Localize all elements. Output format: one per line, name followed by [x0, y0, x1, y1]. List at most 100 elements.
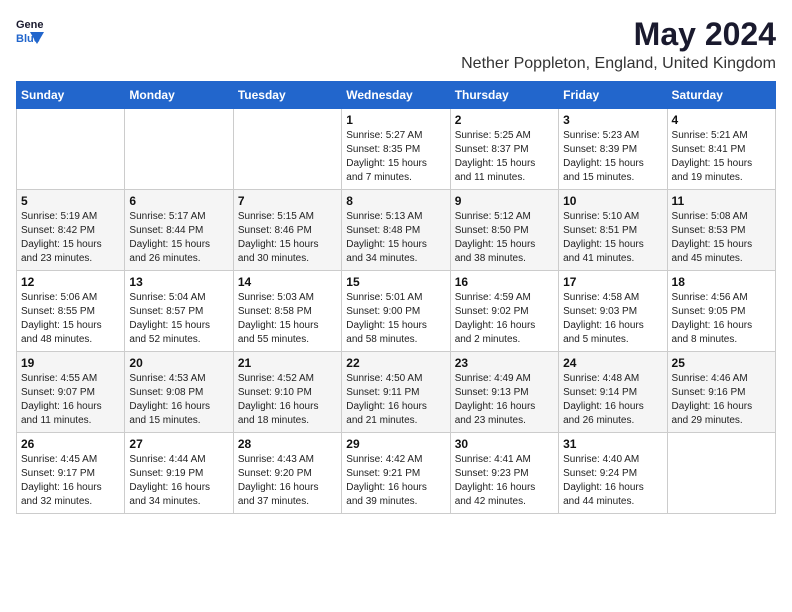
day-number: 25 [672, 356, 771, 370]
day-info: Sunrise: 4:40 AMSunset: 9:24 PMDaylight:… [563, 453, 662, 509]
day-info: Sunrise: 5:17 AMSunset: 8:44 PMDaylight:… [129, 210, 228, 266]
day-info: Sunrise: 4:52 AMSunset: 9:10 PMDaylight:… [238, 372, 337, 428]
calendar-cell: 24 Sunrise: 4:48 AMSunset: 9:14 PMDayligh… [559, 352, 667, 433]
calendar-week-4: 19Sunrise: 4:55 AMSunset: 9:07 PMDayligh… [17, 352, 776, 433]
calendar-cell: 12Sunrise: 5:06 AMSunset: 8:55 PMDayligh… [17, 271, 125, 352]
calendar-week-1: 1Sunrise: 5:27 AMSunset: 8:35 PMDaylight… [17, 109, 776, 190]
calendar-cell: 20Sunrise: 4:53 AMSunset: 9:08 PMDayligh… [125, 352, 233, 433]
day-number: 6 [129, 194, 228, 208]
day-info: Sunrise: 4:43 AMSunset: 9:20 PMDaylight:… [238, 453, 337, 509]
calendar-cell: 17 Sunrise: 4:58 AMSunset: 9:03 PMDayligh… [559, 271, 667, 352]
calendar-cell: 11 Sunrise: 5:08 AMSunset: 8:53 PMDayligh… [667, 190, 775, 271]
calendar-header-sunday: Sunday [17, 82, 125, 109]
calendar-cell: 1Sunrise: 5:27 AMSunset: 8:35 PMDaylight… [342, 109, 450, 190]
calendar-cell [17, 109, 125, 190]
day-info: Sunrise: 4:49 AMSunset: 9:13 PMDaylight:… [455, 372, 554, 428]
calendar-cell: 25 Sunrise: 4:46 AMSunset: 9:16 PMDayligh… [667, 352, 775, 433]
day-info: Sunrise: 5:13 AMSunset: 8:48 PMDaylight:… [346, 210, 445, 266]
day-info: Sunrise: 4:41 AMSunset: 9:23 PMDaylight:… [455, 453, 554, 509]
calendar-cell: 30 Sunrise: 4:41 AMSunset: 9:23 PMDayligh… [450, 433, 558, 514]
location-title: Nether Poppleton, England, United Kingdo… [461, 55, 776, 73]
day-number: 20 [129, 356, 228, 370]
calendar-cell: 5 Sunrise: 5:19 AMSunset: 8:42 PMDaylight… [17, 190, 125, 271]
day-info: Sunrise: 5:19 AMSunset: 8:42 PMDaylight:… [21, 210, 120, 266]
day-number: 15 [346, 275, 445, 289]
calendar-week-5: 26Sunrise: 4:45 AMSunset: 9:17 PMDayligh… [17, 433, 776, 514]
day-number: 3 [563, 113, 662, 127]
day-info: Sunrise: 5:03 AMSunset: 8:58 PMDaylight:… [238, 291, 337, 347]
day-info: Sunrise: 4:42 AMSunset: 9:21 PMDaylight:… [346, 453, 445, 509]
day-info: Sunrise: 5:12 AMSunset: 8:50 PMDaylight:… [455, 210, 554, 266]
calendar-cell: 23Sunrise: 4:49 AMSunset: 9:13 PMDayligh… [450, 352, 558, 433]
day-number: 19 [21, 356, 120, 370]
calendar-week-2: 5 Sunrise: 5:19 AMSunset: 8:42 PMDaylight… [17, 190, 776, 271]
day-info: Sunrise: 5:04 AMSunset: 8:57 PMDaylight:… [129, 291, 228, 347]
day-number: 28 [238, 437, 337, 451]
day-info: Sunrise: 4:56 AMSunset: 9:05 PMDaylight:… [672, 291, 771, 347]
calendar-cell: 2 Sunrise: 5:25 AMSunset: 8:37 PMDaylight… [450, 109, 558, 190]
day-number: 16 [455, 275, 554, 289]
calendar-cell: 7Sunrise: 5:15 AMSunset: 8:46 PMDaylight… [233, 190, 341, 271]
calendar-header-row: SundayMondayTuesdayWednesdayThursdayFrid… [17, 82, 776, 109]
calendar-header-wednesday: Wednesday [342, 82, 450, 109]
day-number: 9 [455, 194, 554, 208]
day-number: 4 [672, 113, 771, 127]
day-number: 29 [346, 437, 445, 451]
calendar-cell [233, 109, 341, 190]
calendar-cell: 26Sunrise: 4:45 AMSunset: 9:17 PMDayligh… [17, 433, 125, 514]
day-number: 21 [238, 356, 337, 370]
month-title: May 2024 [461, 16, 776, 53]
calendar-cell: 29 Sunrise: 4:42 AMSunset: 9:21 PMDayligh… [342, 433, 450, 514]
calendar-cell [125, 109, 233, 190]
day-number: 27 [129, 437, 228, 451]
day-info: Sunrise: 5:25 AMSunset: 8:37 PMDaylight:… [455, 129, 554, 185]
day-info: Sunrise: 5:23 AMSunset: 8:39 PMDaylight:… [563, 129, 662, 185]
calendar-cell: 28 Sunrise: 4:43 AMSunset: 9:20 PMDayligh… [233, 433, 341, 514]
day-number: 22 [346, 356, 445, 370]
day-number: 12 [21, 275, 120, 289]
day-number: 30 [455, 437, 554, 451]
calendar-cell: 6 Sunrise: 5:17 AMSunset: 8:44 PMDaylight… [125, 190, 233, 271]
day-number: 8 [346, 194, 445, 208]
svg-text:Blue: Blue [16, 33, 40, 44]
calendar-cell: 18 Sunrise: 4:56 AMSunset: 9:05 PMDayligh… [667, 271, 775, 352]
calendar-cell: 27 Sunrise: 4:44 AMSunset: 9:19 PMDayligh… [125, 433, 233, 514]
logo: General Blue [16, 16, 44, 44]
calendar-cell: 31 Sunrise: 4:40 AMSunset: 9:24 PMDayligh… [559, 433, 667, 514]
day-info: Sunrise: 4:48 AMSunset: 9:14 PMDaylight:… [563, 372, 662, 428]
calendar-cell: 13Sunrise: 5:04 AMSunset: 8:57 PMDayligh… [125, 271, 233, 352]
svg-text:General: General [16, 19, 44, 31]
day-number: 5 [21, 194, 120, 208]
calendar-header-friday: Friday [559, 82, 667, 109]
calendar-header-thursday: Thursday [450, 82, 558, 109]
day-info: Sunrise: 5:21 AMSunset: 8:41 PMDaylight:… [672, 129, 771, 185]
day-info: Sunrise: 4:46 AMSunset: 9:16 PMDaylight:… [672, 372, 771, 428]
day-number: 7 [238, 194, 337, 208]
day-number: 31 [563, 437, 662, 451]
day-number: 18 [672, 275, 771, 289]
calendar-cell: 10 Sunrise: 5:10 AMSunset: 8:51 PMDayligh… [559, 190, 667, 271]
calendar-cell: 19Sunrise: 4:55 AMSunset: 9:07 PMDayligh… [17, 352, 125, 433]
title-block: May 2024 Nether Poppleton, England, Unit… [461, 16, 776, 73]
day-number: 24 [563, 356, 662, 370]
calendar-week-3: 12Sunrise: 5:06 AMSunset: 8:55 PMDayligh… [17, 271, 776, 352]
day-info: Sunrise: 4:59 AMSunset: 9:02 PMDaylight:… [455, 291, 554, 347]
day-number: 11 [672, 194, 771, 208]
day-info: Sunrise: 4:45 AMSunset: 9:17 PMDaylight:… [21, 453, 120, 509]
day-info: Sunrise: 4:44 AMSunset: 9:19 PMDaylight:… [129, 453, 228, 509]
day-number: 17 [563, 275, 662, 289]
day-number: 1 [346, 113, 445, 127]
calendar-cell: 3 Sunrise: 5:23 AMSunset: 8:39 PMDaylight… [559, 109, 667, 190]
day-info: Sunrise: 5:10 AMSunset: 8:51 PMDaylight:… [563, 210, 662, 266]
day-number: 10 [563, 194, 662, 208]
calendar-cell: 22 Sunrise: 4:50 AMSunset: 9:11 PMDayligh… [342, 352, 450, 433]
calendar-cell: 4 Sunrise: 5:21 AMSunset: 8:41 PMDaylight… [667, 109, 775, 190]
day-number: 2 [455, 113, 554, 127]
calendar-cell: 14Sunrise: 5:03 AMSunset: 8:58 PMDayligh… [233, 271, 341, 352]
day-info: Sunrise: 4:58 AMSunset: 9:03 PMDaylight:… [563, 291, 662, 347]
calendar-cell: 16 Sunrise: 4:59 AMSunset: 9:02 PMDayligh… [450, 271, 558, 352]
calendar-cell [667, 433, 775, 514]
day-info: Sunrise: 5:08 AMSunset: 8:53 PMDaylight:… [672, 210, 771, 266]
day-info: Sunrise: 4:50 AMSunset: 9:11 PMDaylight:… [346, 372, 445, 428]
day-info: Sunrise: 5:01 AMSunset: 9:00 PMDaylight:… [346, 291, 445, 347]
